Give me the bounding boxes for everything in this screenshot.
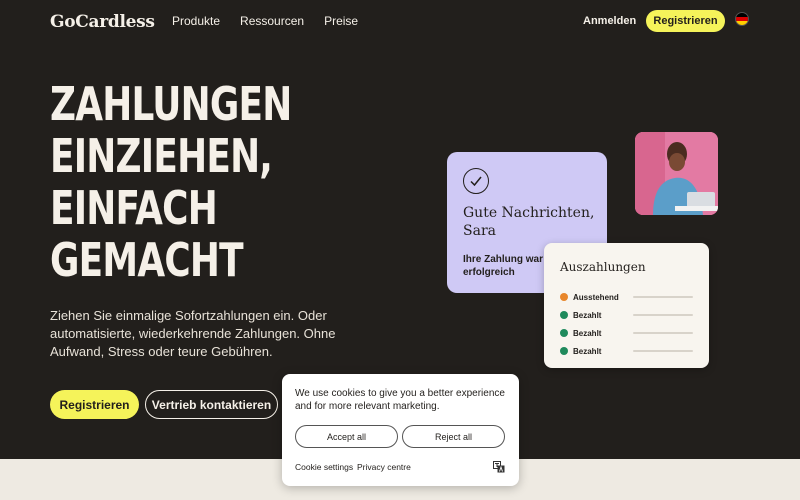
headline-line: EINFACH (50, 181, 218, 235)
nav-link-preise[interactable]: Preise (324, 14, 358, 28)
accept-cookies-button[interactable]: Accept all (295, 425, 398, 448)
cookie-text: We use cookies to give you a better expe… (295, 388, 505, 412)
hero-subtext: Ziehen Sie einmalige Sofortzahlungen ein… (50, 308, 336, 359)
status-dot (560, 311, 568, 319)
cookie-banner: We use cookies to give you a better expe… (282, 374, 519, 486)
logo[interactable]: GoCardless (50, 12, 155, 32)
germany-flag-icon[interactable] (735, 12, 749, 26)
placeholder-bar (633, 296, 693, 298)
customer-photo (635, 132, 718, 215)
headline-line: EINZIEHEN, (50, 129, 273, 183)
translate-icon[interactable] (493, 460, 505, 473)
status-dot (560, 347, 568, 355)
list-item: Bezahlt (560, 342, 694, 360)
privacy-centre-link[interactable]: Privacy centre (357, 462, 411, 472)
nav-link-ressourcen[interactable]: Ressourcen (240, 14, 304, 28)
success-card-message: Ihre Zahlung war erfolgreich (463, 254, 544, 278)
login-link[interactable]: Anmelden (583, 15, 636, 27)
hero-headline: ZAHLUNGEN EINZIEHEN, EINFACH GEMACHT (50, 78, 370, 286)
status-dot (560, 329, 568, 337)
payouts-card: Auszahlungen Ausstehend Bezahlt Bezahlt … (544, 243, 709, 368)
nav-link-produkte[interactable]: Produkte (172, 14, 220, 28)
top-nav: GoCardless Produkte Ressourcen Preise An… (0, 0, 800, 42)
list-item: Bezahlt (560, 324, 694, 342)
headline-line: ZAHLUNGEN (50, 77, 292, 131)
placeholder-bar (633, 314, 693, 316)
placeholder-bar (633, 332, 693, 334)
placeholder-bar (633, 350, 693, 352)
contact-sales-button[interactable]: Vertrieb kontaktieren (145, 390, 278, 419)
list-item: Ausstehend (560, 288, 694, 306)
status-label: Ausstehend (573, 292, 619, 302)
payouts-list: Ausstehend Bezahlt Bezahlt Bezahlt (560, 288, 694, 360)
headline-line: GEMACHT (50, 233, 244, 287)
register-button-nav[interactable]: Registrieren (646, 10, 725, 32)
register-button[interactable]: Registrieren (50, 390, 139, 419)
list-item: Bezahlt (560, 306, 694, 324)
payouts-card-title: Auszahlungen (560, 260, 646, 274)
status-label: Bezahlt (573, 310, 602, 320)
status-label: Bezahlt (573, 346, 602, 356)
success-card-title: Gute Nachrichten, Sara (463, 205, 595, 239)
cookie-settings-link[interactable]: Cookie settings (295, 462, 353, 472)
status-label: Bezahlt (573, 328, 602, 338)
status-dot (560, 293, 568, 301)
reject-cookies-button[interactable]: Reject all (402, 425, 505, 448)
checkmark-icon (463, 168, 489, 194)
nav-links: Produkte Ressourcen Preise (172, 14, 358, 28)
